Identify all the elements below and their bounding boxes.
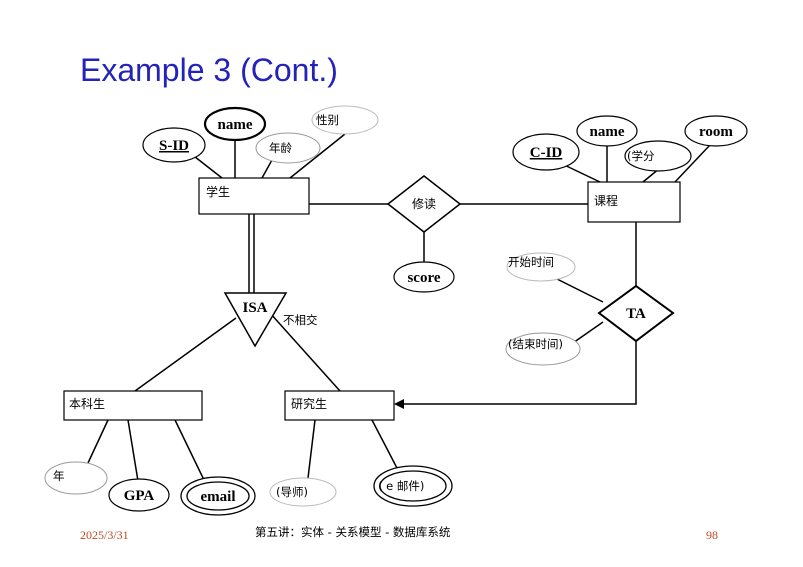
attr-s-id: S-ID <box>142 127 206 163</box>
attr-score: score <box>393 261 455 293</box>
attr-year-label: 年 <box>53 469 65 483</box>
relationship-takes: 修读 <box>386 175 462 233</box>
attr-start-time: 开始时间 <box>506 252 576 282</box>
disjoint-annotation: 不相交 <box>283 313 318 327</box>
attr-advisor-label: (导师) <box>276 485 308 499</box>
relationship-ta-label: TA <box>626 306 646 322</box>
attr-e-mail-multivalued: ( e 邮件) <box>373 465 453 507</box>
line-age-student <box>261 159 273 179</box>
attr-advisor: (导师) <box>269 477 337 507</box>
attr-age: 年龄 <box>255 132 321 164</box>
attr-s-name-label: name <box>218 117 253 133</box>
line-graduate-email <box>371 419 399 471</box>
attr-email-multivalued: email <box>180 476 256 516</box>
line-undergrad-email <box>174 419 205 481</box>
footer-date: 2025/3/31 <box>80 528 129 542</box>
line-undergrad-gpa <box>127 419 139 482</box>
attr-end-time: (结束时间) <box>505 332 581 366</box>
attr-c-id-label: C-ID <box>530 145 563 161</box>
isa-label: ISA <box>242 300 267 316</box>
entity-undergrad: 本科生 <box>63 390 203 421</box>
arrowhead-graduate <box>394 399 404 409</box>
relationship-ta: TA <box>597 284 675 343</box>
er-diagram: 学生 课程 本科生 研究生 修读 TA ISA 不相交 S-ID name 性别 <box>44 105 748 516</box>
attr-start-time-label: 开始时间 <box>508 255 554 269</box>
line-isa-undergrad <box>134 317 237 392</box>
attr-c-id: C-ID <box>512 133 580 171</box>
attr-gender-label: 性别 <box>316 113 339 127</box>
attr-credit: (学分 <box>624 140 692 172</box>
attr-gpa: GPA <box>108 478 170 512</box>
entity-student: 学生 <box>198 177 310 215</box>
attr-c-name: name <box>576 115 638 147</box>
attr-score-label: score <box>407 270 440 286</box>
entity-graduate-label: 研究生 <box>291 396 327 411</box>
entity-course-label: 课程 <box>594 193 618 208</box>
attr-gender: 性别 <box>311 105 379 135</box>
attr-end-time-label: (结束时间) <box>508 337 563 351</box>
attr-age-label: 年龄 <box>269 141 292 155</box>
entity-student-label: 学生 <box>206 184 230 199</box>
attr-e-mail-label: ( e 邮件) <box>378 479 424 493</box>
attr-room: room <box>684 115 748 147</box>
footer-page-number: 98 <box>706 528 718 542</box>
entity-course: 课程 <box>587 181 681 223</box>
entity-undergrad-label: 本科生 <box>69 397 105 411</box>
line-starttime-ta <box>554 277 604 303</box>
attr-s-id-label: S-ID <box>159 138 189 154</box>
attr-gpa-label: GPA <box>124 488 155 504</box>
relationship-takes-label: 修读 <box>412 196 436 211</box>
attr-email-label: email <box>201 489 236 505</box>
attr-c-name-label: name <box>590 124 625 140</box>
attr-year: 年 <box>44 461 108 495</box>
attr-s-name: name <box>203 106 267 142</box>
line-undergrad-year <box>87 419 109 464</box>
attr-credit-label: (学分 <box>627 149 655 163</box>
footer-course-title: 第五讲：实体 - 关系模型 - 数据库系统 <box>255 525 451 539</box>
line-graduate-advisor <box>307 419 316 479</box>
entity-graduate: 研究生 <box>284 390 395 421</box>
attr-room-label: room <box>699 124 733 140</box>
